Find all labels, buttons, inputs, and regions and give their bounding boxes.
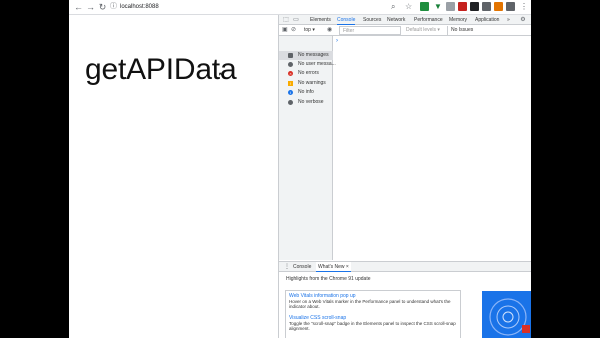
tab-sources[interactable]: Sources (363, 15, 381, 25)
info-icon: i (288, 90, 293, 95)
info-icon[interactable]: ⓘ (110, 1, 117, 13)
device-toolbar-icon[interactable]: ▭ (292, 16, 300, 24)
browser-toolbar: ← → ↻ ⓘ localhost:8088 ⌕ ☆ ▼ ⋮ (69, 0, 531, 15)
close-icon[interactable]: × (346, 264, 349, 270)
sidebar-toggle-icon[interactable]: ▣ (282, 26, 288, 35)
reload-icon[interactable]: ↻ (97, 1, 108, 13)
devtools-drawer: ⋮ Console What's New × Highlights from t… (279, 261, 531, 338)
drawer-tab-whats-new[interactable]: What's New × (316, 262, 351, 272)
sidebar-item-messages[interactable]: No messages (279, 51, 333, 60)
tab-performance[interactable]: Performance (414, 15, 443, 25)
extension-icon[interactable] (446, 2, 455, 11)
devtools-tabbar: ⬚ ▭ Elements Console Sources Network Per… (279, 15, 531, 25)
whats-new-illustration (482, 291, 531, 338)
sidebar-item-info[interactable]: i No info (279, 88, 333, 97)
whats-new-card: Web Vitals information pop up Hover on a… (285, 290, 461, 338)
drawer-menu-icon[interactable]: ⋮ (284, 262, 290, 272)
whats-new-item[interactable]: Visualize CSS scroll-snap Toggle the "sc… (289, 315, 461, 331)
settings-icon[interactable]: ⚙ (519, 16, 527, 24)
whats-new-heading: Highlights from the Chrome 91 update (286, 276, 371, 282)
drawer-tab-label: What's New (318, 264, 345, 270)
star-icon[interactable]: ☆ (405, 0, 412, 14)
issues-button[interactable]: No Issues (447, 26, 476, 35)
extension-icon[interactable] (420, 2, 429, 11)
extension-icon[interactable] (458, 2, 467, 11)
address-bar[interactable]: ⓘ localhost:8088 (108, 1, 448, 13)
whats-new-item[interactable]: Web Vitals information pop up Hover on a… (289, 293, 461, 309)
list-icon (288, 53, 293, 58)
forward-icon[interactable]: → (85, 1, 96, 13)
page-heading: getAPIData (85, 53, 237, 86)
filter-input[interactable] (339, 26, 401, 35)
devtools-panel: ⬚ ▭ Elements Console Sources Network Per… (278, 15, 531, 338)
sidebar-item-errors[interactable]: × No errors (279, 69, 333, 78)
error-icon: × (288, 71, 293, 76)
console-sidebar: No messages No user messa... × No errors… (279, 36, 336, 260)
search-icon[interactable]: ⌕ (391, 0, 395, 14)
sidebar-item-label: No info (298, 89, 314, 95)
sidebar-item-warnings[interactable]: ! No warnings (279, 79, 333, 88)
verbose-icon (288, 100, 293, 105)
sidebar-item-verbose[interactable]: No verbose (279, 98, 333, 107)
console-toolbar: ▣ ⊘ top ▾ ◉ Default levels ▾ No Issues (279, 25, 531, 36)
whats-new-item-desc: Hover on a Web Vitals marker in the Perf… (289, 299, 451, 309)
drawer-tabbar: ⋮ Console What's New × (279, 262, 531, 272)
console-prompt[interactable]: › (336, 37, 338, 45)
warning-icon: ! (288, 81, 293, 86)
tab-application[interactable]: Application (475, 15, 499, 25)
tab-console[interactable]: Console (337, 15, 356, 25)
tab-memory[interactable]: Memory (449, 15, 467, 25)
sidebar-item-user-messages[interactable]: No user messa... (279, 60, 336, 69)
extension-icon[interactable] (482, 2, 491, 11)
tab-elements[interactable]: Elements (310, 15, 331, 25)
inspect-icon[interactable]: ⬚ (282, 16, 290, 24)
log-levels-select[interactable]: Default levels ▾ (406, 26, 440, 35)
back-icon[interactable]: ← (73, 1, 84, 13)
browser-window: ← → ↻ ⓘ localhost:8088 ⌕ ☆ ▼ ⋮ getAPIDat… (69, 0, 531, 338)
tab-network[interactable]: Network (387, 15, 405, 25)
clear-console-icon[interactable]: ⊘ (291, 26, 296, 35)
drawer-tab-console[interactable]: Console (293, 262, 311, 272)
extension-icon[interactable] (494, 2, 503, 11)
user-icon (288, 62, 293, 67)
eye-icon[interactable]: ◉ (327, 26, 332, 35)
download-icon[interactable]: ▼ (434, 0, 442, 14)
sidebar-item-label: No verbose (298, 99, 324, 105)
whats-new-item-desc: Toggle the "scroll-snap" badge in the El… (289, 321, 456, 331)
mouse-cursor-icon: ↖ (218, 70, 226, 80)
sidebar-item-label: No warnings (298, 80, 326, 86)
more-tabs-icon[interactable]: » (507, 15, 510, 25)
sidebar-item-label: No messages (298, 52, 329, 58)
extension-icon[interactable] (470, 2, 479, 11)
page-viewport: getAPIData ↖ (69, 15, 278, 338)
sidebar-item-label: No errors (298, 70, 319, 76)
url-text: localhost:8088 (120, 4, 159, 10)
menu-icon[interactable]: ⋮ (520, 0, 528, 14)
sidebar-item-label: No user messa... (298, 61, 336, 67)
context-select[interactable]: top ▾ (304, 26, 315, 35)
extension-icon[interactable] (506, 2, 515, 11)
